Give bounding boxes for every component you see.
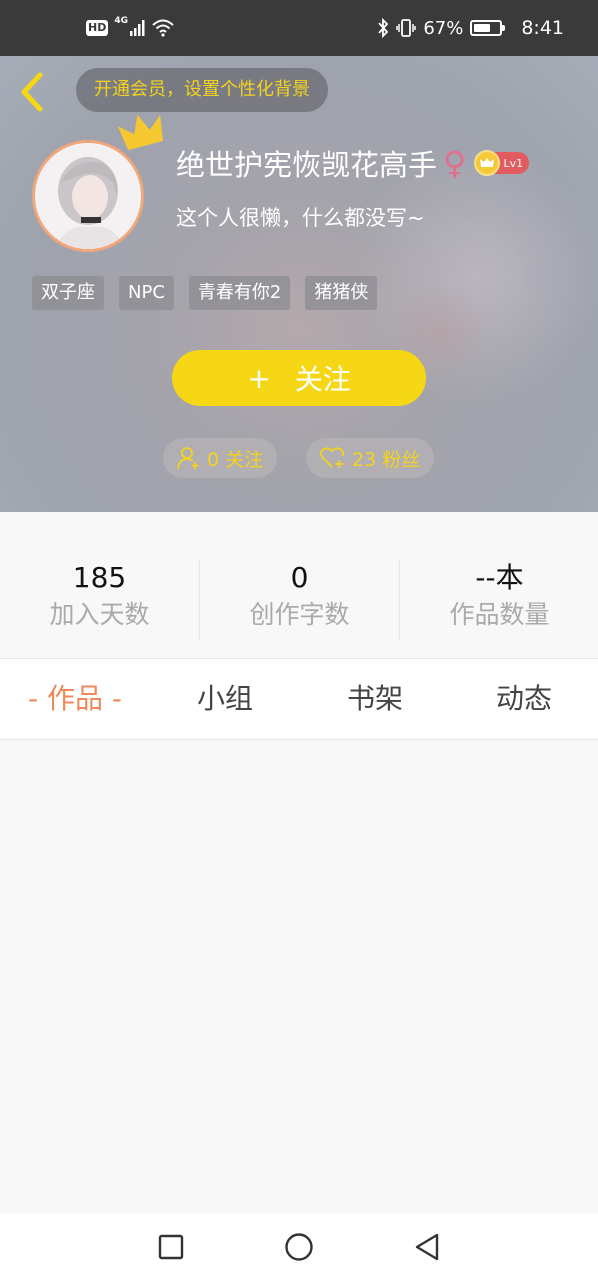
user-add-icon <box>177 447 199 470</box>
status-left-group: HD 4G <box>86 14 174 42</box>
following-count-button[interactable]: 0 关注 <box>163 438 278 478</box>
recent-apps-button[interactable] <box>154 1230 188 1264</box>
circle-icon <box>285 1233 313 1261</box>
system-nav-bar <box>0 1214 598 1280</box>
follow-button[interactable]: + 关注 <box>172 350 426 406</box>
plus-icon: + <box>247 361 271 395</box>
fans-count-button[interactable]: 23 粉丝 <box>306 438 435 478</box>
stat-value: 0 <box>290 561 309 594</box>
stat-works-count: --本 作品数量 <box>400 558 598 632</box>
tab-groups[interactable]: 小组 <box>150 659 300 739</box>
bio-text: 这个人很懒，什么都没写~ <box>176 206 425 230</box>
wifi-icon <box>152 19 174 37</box>
clock: 8:41 <box>521 17 564 39</box>
profile-tag[interactable]: 双子座 <box>32 276 104 310</box>
stats-section: 185 加入天数 0 创作字数 --本 作品数量 <box>0 512 598 658</box>
network-label: 4G <box>114 16 128 26</box>
fans-count: 23 粉丝 <box>352 448 421 471</box>
follow-label: 关注 <box>294 363 351 396</box>
signal-icon <box>130 20 145 36</box>
tab-content-area <box>0 740 598 1214</box>
stat-join-days: 185 加入天数 <box>0 558 199 632</box>
back-arrow-icon <box>21 72 43 112</box>
stat-label: 加入天数 <box>49 600 150 629</box>
triangle-back-icon <box>415 1233 439 1261</box>
crown-icon <box>118 114 164 151</box>
profile-tag[interactable]: NPC <box>119 276 174 310</box>
profile-tag[interactable]: 青春有你2 <box>188 276 291 310</box>
following-count: 0 关注 <box>207 448 264 471</box>
status-bar: HD 4G 67% 8:41 <box>0 0 598 56</box>
level-text: Lv1 <box>503 156 524 170</box>
back-nav-button[interactable] <box>410 1230 444 1264</box>
avatar[interactable] <box>32 140 144 252</box>
bluetooth-icon <box>378 18 389 38</box>
heart-plus-icon <box>320 447 344 468</box>
level-badge[interactable]: Lv1 <box>474 150 530 176</box>
profile-tags: 双子座 NPC 青春有你2 猪猪侠 <box>32 276 378 310</box>
profile-tag[interactable]: 猪猪侠 <box>305 276 378 310</box>
hd-badge: HD <box>86 20 109 36</box>
tab-works[interactable]: - 作品 - <box>0 659 150 739</box>
stat-label: 创作字数 <box>249 600 350 629</box>
stat-value: --本 <box>475 561 524 594</box>
female-gender-icon: ♀ <box>443 144 467 182</box>
username: 绝世护宪恢觊花高手 <box>176 148 438 182</box>
status-right-group: 67% 8:41 <box>377 14 564 42</box>
vip-background-banner[interactable]: 开通会员，设置个性化背景 <box>76 68 328 112</box>
avatar-image <box>35 143 141 249</box>
level-crown-icon <box>474 150 501 176</box>
square-icon <box>158 1234 184 1260</box>
home-button[interactable] <box>282 1230 316 1264</box>
vibrate-icon <box>396 19 417 37</box>
tab-activity[interactable]: 动态 <box>450 659 598 739</box>
back-button[interactable] <box>14 70 50 114</box>
tab-bar: - 作品 - 小组 书架 动态 <box>0 658 598 740</box>
avatar-wrap <box>32 114 164 252</box>
battery-icon <box>470 20 506 36</box>
stat-value: 185 <box>72 561 127 594</box>
profile-header: 开通会员，设置个性化背景 绝世护宪恢觊花高手 ♀ Lv1 这个人很懒，什么都没写… <box>0 56 598 512</box>
battery-percent: 67% <box>423 17 464 39</box>
stat-word-count: 0 创作字数 <box>200 558 399 632</box>
stat-label: 作品数量 <box>449 600 550 629</box>
username-row: 绝世护宪恢觊花高手 ♀ Lv1 <box>176 142 530 184</box>
tab-bookshelf[interactable]: 书架 <box>300 659 450 739</box>
